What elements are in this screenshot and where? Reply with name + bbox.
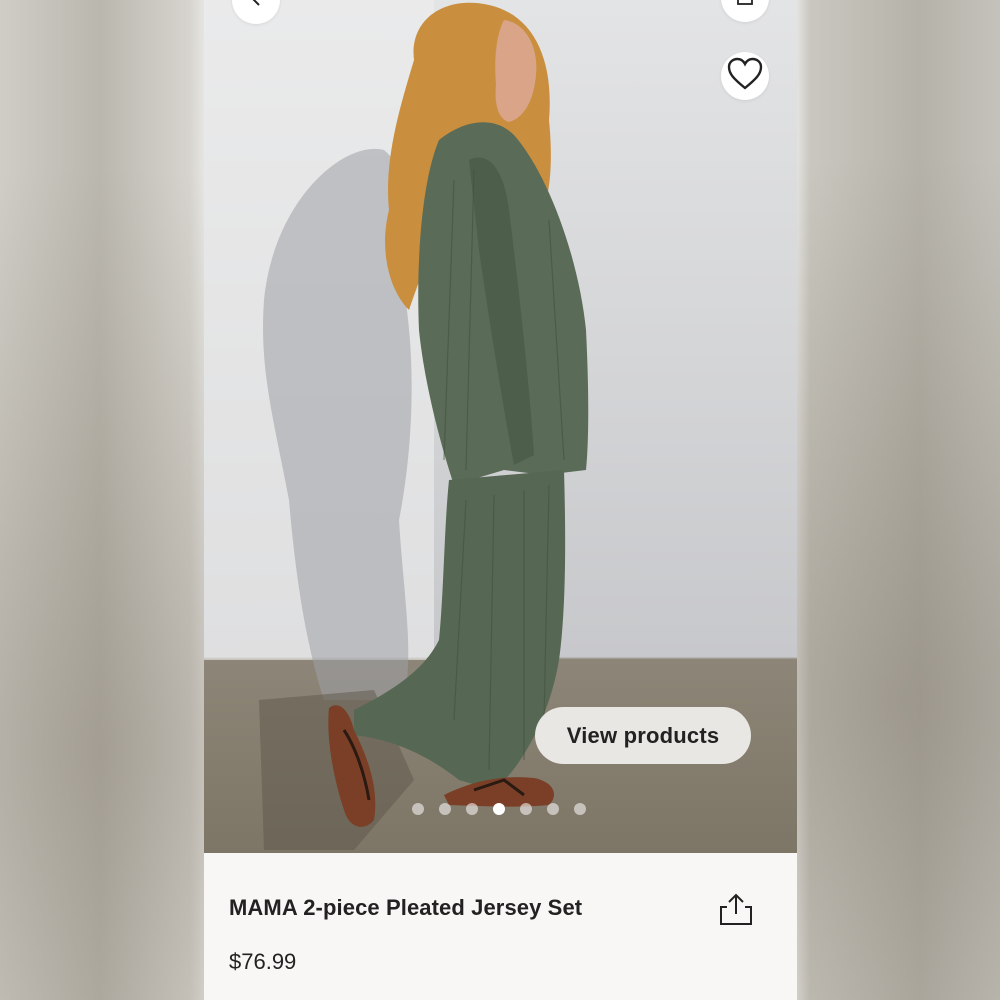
product-price: $76.99	[229, 949, 297, 974]
carousel-dot[interactable]	[466, 803, 478, 815]
share-icon	[716, 893, 756, 933]
chevron-left-icon	[246, 0, 266, 13]
carousel-dot[interactable]	[574, 803, 586, 815]
carousel-dot[interactable]	[520, 803, 532, 815]
favorite-button[interactable]	[721, 52, 769, 100]
carousel-dot[interactable]	[547, 803, 559, 815]
carousel-indicator	[412, 803, 586, 815]
view-products-button[interactable]: View products	[535, 707, 751, 764]
product-image-carousel[interactable]: View products	[204, 0, 797, 853]
carousel-dot[interactable]	[412, 803, 424, 815]
heart-outline-icon	[726, 57, 764, 96]
product-page: View products MAMA 2-piece Pleated Jerse…	[204, 0, 797, 1000]
share-button[interactable]	[716, 889, 756, 929]
shopping-bag-icon	[734, 0, 756, 12]
product-title: MAMA 2-piece Pleated Jersey Set	[229, 895, 583, 920]
product-info-panel: MAMA 2-piece Pleated Jersey Set $76.99	[204, 853, 797, 1000]
carousel-dot-active[interactable]	[493, 803, 505, 815]
carousel-dot[interactable]	[439, 803, 451, 815]
